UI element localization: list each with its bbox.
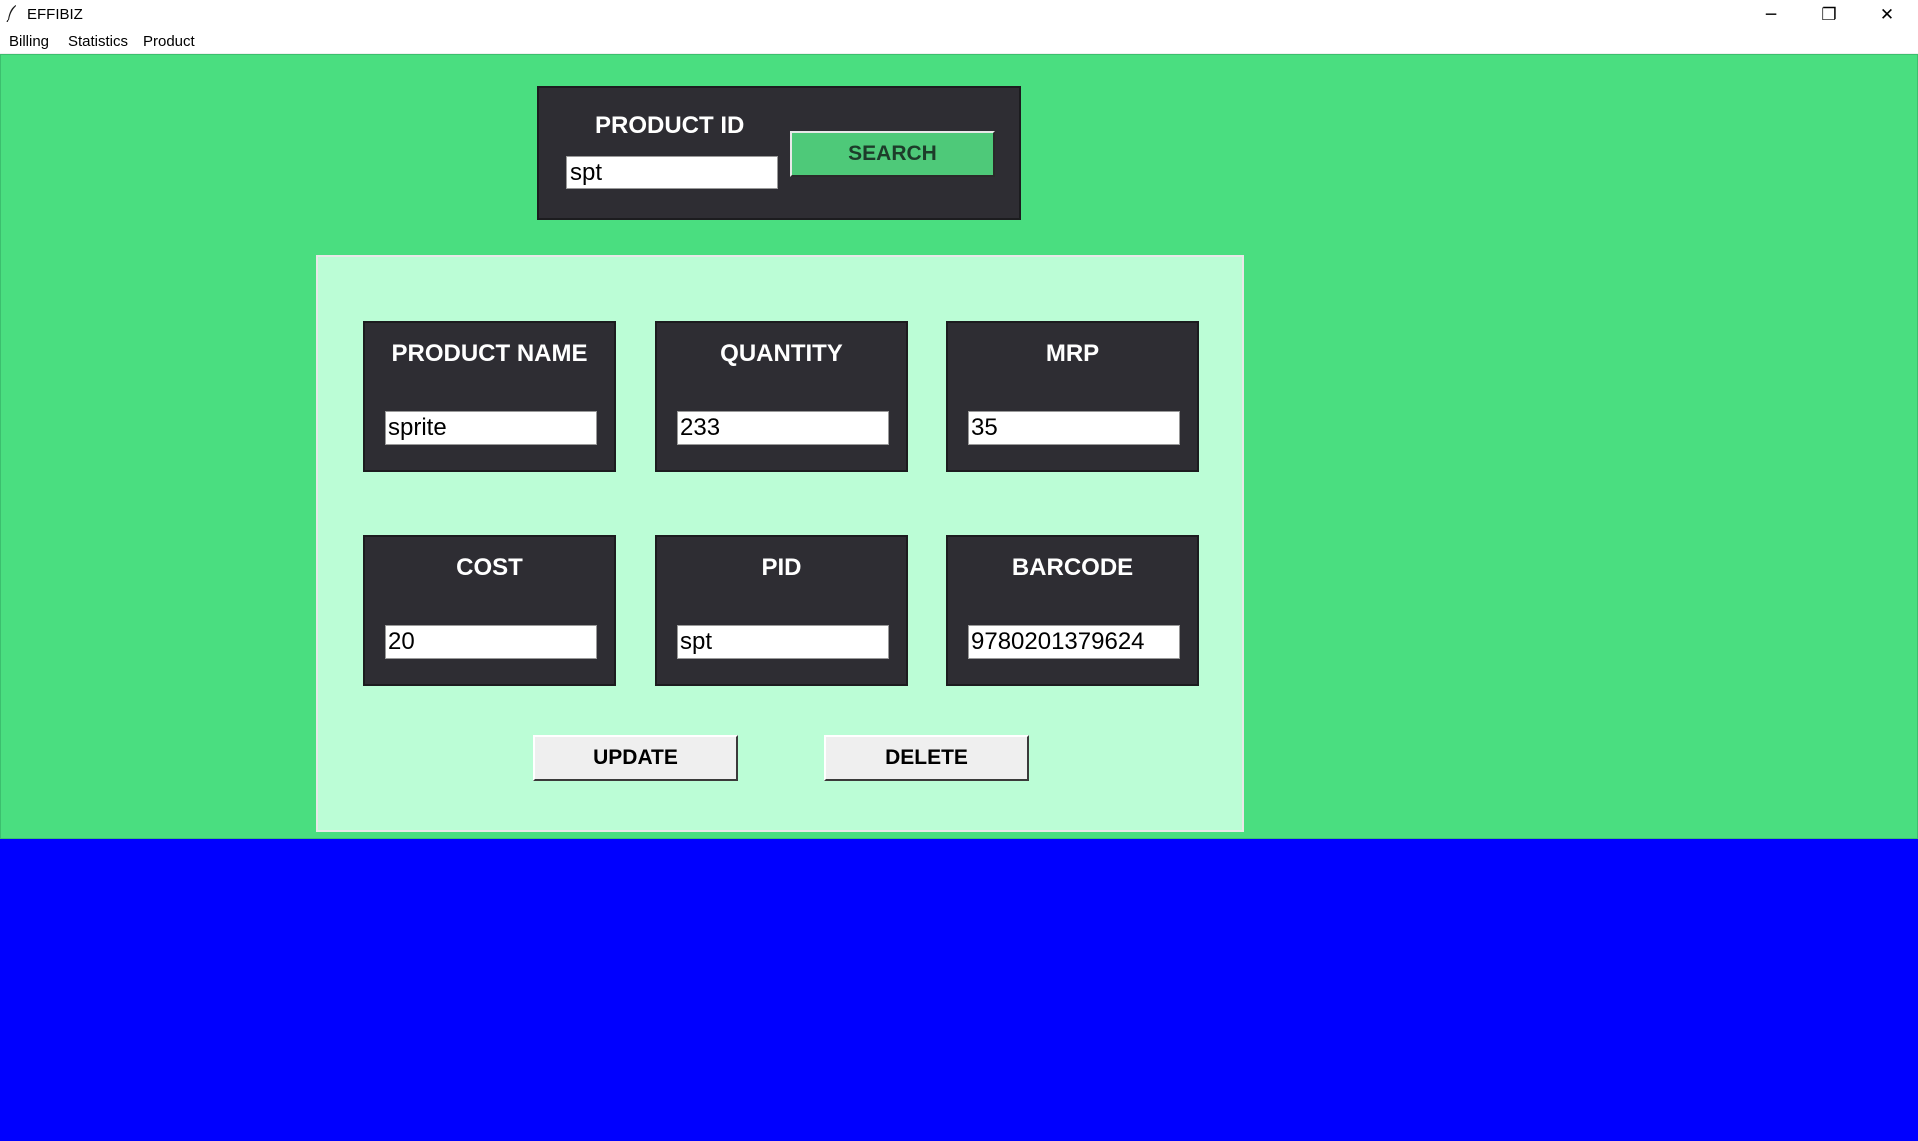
product-id-input[interactable] xyxy=(566,156,778,189)
menu-billing[interactable]: Billing xyxy=(7,32,51,51)
maximize-button[interactable]: ❐ xyxy=(1800,0,1858,29)
window-title: EFFIBIZ xyxy=(27,6,83,23)
delete-button[interactable]: DELETE xyxy=(824,735,1029,781)
bottom-area xyxy=(0,839,1918,1141)
quantity-box: QUANTITY xyxy=(655,321,908,472)
quantity-input[interactable] xyxy=(677,411,889,445)
product-name-input[interactable] xyxy=(385,411,597,445)
barcode-label: BARCODE xyxy=(1011,554,1134,581)
update-button[interactable]: UPDATE xyxy=(533,735,738,781)
pid-label: PID xyxy=(761,554,802,581)
mrp-label: MRP xyxy=(1045,340,1100,367)
barcode-input[interactable] xyxy=(968,625,1180,659)
product-name-label: PRODUCT NAME xyxy=(391,340,588,367)
menu-statistics[interactable]: Statistics xyxy=(66,32,130,51)
cost-label: COST xyxy=(456,554,523,581)
close-button[interactable]: ✕ xyxy=(1858,0,1916,29)
product-details-panel: PRODUCT NAME QUANTITY MRP COST PID BARCO… xyxy=(316,255,1244,832)
mrp-box: MRP xyxy=(946,321,1199,472)
pid-input[interactable] xyxy=(677,625,889,659)
pid-box: PID xyxy=(655,535,908,686)
search-panel: PRODUCT ID SEARCH xyxy=(537,86,1021,220)
search-button[interactable]: SEARCH xyxy=(790,131,995,177)
barcode-box: BARCODE xyxy=(946,535,1199,686)
mrp-input[interactable] xyxy=(968,411,1180,445)
feather-icon xyxy=(6,5,16,22)
cost-box: COST xyxy=(363,535,616,686)
minimize-button[interactable]: ─ xyxy=(1742,0,1800,29)
title-bar: EFFIBIZ ─ ❐ ✕ xyxy=(0,0,1918,29)
menu-bar: Billing Statistics Product xyxy=(0,29,1918,54)
cost-input[interactable] xyxy=(385,625,597,659)
product-id-label: PRODUCT ID xyxy=(595,112,745,139)
product-name-box: PRODUCT NAME xyxy=(363,321,616,472)
quantity-label: QUANTITY xyxy=(720,340,843,367)
menu-product[interactable]: Product xyxy=(141,32,197,51)
